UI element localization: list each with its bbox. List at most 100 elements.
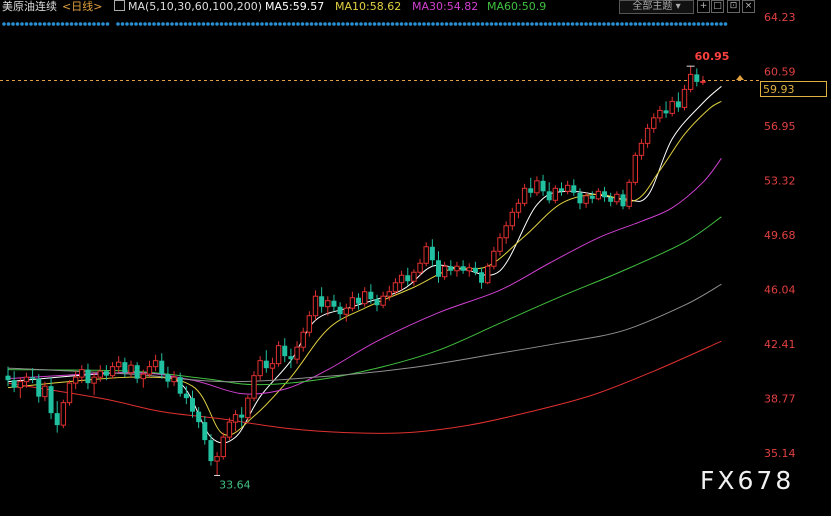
indicator-dot bbox=[210, 22, 215, 26]
chart-header: 美原油连续 <日线> MA(5,10,30,60,100,200) MA5:59… bbox=[0, 0, 831, 14]
candle-body bbox=[159, 360, 165, 375]
candle-body bbox=[245, 397, 251, 419]
indicator-dot bbox=[624, 22, 629, 26]
all-themes-dropdown[interactable]: 全部主题 ▾ bbox=[619, 0, 694, 14]
indicator-dot bbox=[278, 22, 282, 26]
indicator-dot bbox=[129, 22, 134, 26]
indicator-dot bbox=[408, 22, 413, 26]
indicator-dot bbox=[543, 22, 548, 26]
y-tick-label: 42.41 bbox=[764, 338, 796, 351]
candle-body bbox=[546, 191, 552, 201]
indicator-dot bbox=[494, 22, 498, 26]
ma10-value: MA10:58.62 bbox=[335, 0, 402, 13]
candle-body bbox=[208, 440, 214, 462]
candle-body bbox=[319, 296, 325, 307]
indicator-dot bbox=[309, 22, 314, 26]
candle-body bbox=[171, 376, 177, 383]
candle-body bbox=[140, 373, 147, 380]
indicator-dot bbox=[665, 22, 669, 26]
candle-body bbox=[651, 117, 657, 129]
zoom-in-icon[interactable]: + bbox=[697, 0, 710, 13]
indicator-dot bbox=[138, 22, 143, 26]
indicator-dot bbox=[584, 22, 588, 26]
candle-body bbox=[294, 346, 300, 360]
indicator-dot bbox=[87, 22, 92, 26]
candle-body bbox=[571, 185, 577, 193]
candle-body bbox=[300, 331, 306, 348]
indicator-dot bbox=[92, 22, 96, 26]
indicator-dot bbox=[440, 22, 444, 26]
candle-body bbox=[128, 364, 134, 374]
close-icon[interactable]: × bbox=[742, 0, 755, 13]
indicator-dot bbox=[507, 22, 512, 26]
indicator-dot bbox=[669, 22, 674, 26]
ma30-value: MA30:54.82 bbox=[412, 0, 479, 13]
indicator-dot bbox=[435, 22, 440, 26]
candle-body bbox=[386, 291, 393, 297]
candle-body bbox=[97, 370, 103, 378]
indicator-dot bbox=[525, 22, 530, 26]
indicator-dot bbox=[255, 22, 260, 26]
restore-icon[interactable]: ⊡ bbox=[727, 0, 740, 13]
indicator-dot bbox=[105, 22, 110, 26]
indicator-dot bbox=[611, 22, 615, 26]
indicator-dot bbox=[246, 22, 251, 26]
high-label: 60.95 bbox=[695, 50, 730, 63]
indicator-dot bbox=[534, 22, 539, 26]
candle-body bbox=[497, 237, 503, 252]
candle-body bbox=[275, 345, 282, 365]
period-label[interactable]: <日线> bbox=[62, 0, 102, 13]
candle-body bbox=[595, 190, 602, 200]
y-tick-label: 56.95 bbox=[764, 120, 796, 133]
y-tick-label: 49.68 bbox=[764, 229, 796, 242]
indicator-dot bbox=[51, 22, 56, 26]
indicator-dot bbox=[444, 22, 449, 26]
fullscreen-icon[interactable]: □ bbox=[711, 0, 724, 13]
candle-body bbox=[405, 275, 411, 282]
indicator-dot bbox=[552, 22, 557, 26]
indicator-dot bbox=[557, 22, 561, 26]
ma-settings-icon[interactable] bbox=[114, 0, 125, 11]
candle-body bbox=[134, 365, 140, 379]
indicator-dot bbox=[74, 22, 78, 26]
candle-body bbox=[509, 211, 516, 227]
indicator-dot bbox=[368, 22, 372, 26]
candle-body bbox=[411, 271, 417, 282]
indicator-dot bbox=[516, 22, 521, 26]
indicator-dot bbox=[498, 22, 503, 26]
indicator-dot bbox=[83, 22, 87, 26]
candle-body bbox=[663, 110, 669, 114]
indicator-dot bbox=[336, 22, 341, 26]
candle-body bbox=[700, 80, 706, 83]
candle-body bbox=[312, 295, 319, 317]
low-label: 33.64 bbox=[219, 478, 251, 491]
candle-body bbox=[694, 74, 700, 82]
candle-body bbox=[436, 260, 441, 277]
indicator-dot bbox=[512, 22, 516, 26]
indicator-dot bbox=[642, 22, 647, 26]
candle-body bbox=[577, 192, 583, 204]
indicator-dot bbox=[687, 22, 692, 26]
candle-body bbox=[72, 376, 79, 384]
indicator-dot bbox=[660, 22, 665, 26]
indicator-dot bbox=[548, 22, 552, 26]
indicator-dot bbox=[701, 22, 705, 26]
candle-body bbox=[441, 265, 448, 278]
candle-body bbox=[392, 282, 399, 293]
candle-body bbox=[288, 356, 294, 360]
candle-body bbox=[30, 377, 36, 379]
indicator-dot bbox=[134, 22, 138, 26]
candle-body bbox=[257, 360, 263, 377]
indicator-dot bbox=[29, 22, 33, 26]
indicator-dot bbox=[197, 22, 201, 26]
indicator-dot bbox=[15, 22, 20, 26]
indicator-dot bbox=[354, 22, 359, 26]
price-arrow-icon bbox=[736, 75, 744, 80]
indicator-dot bbox=[282, 22, 287, 26]
candle-body bbox=[657, 109, 663, 119]
ma60-value: MA60:50.9 bbox=[487, 0, 547, 13]
candle-body bbox=[534, 180, 540, 194]
candle-body bbox=[109, 366, 116, 377]
candle-body bbox=[681, 88, 688, 108]
indicator-dot bbox=[566, 22, 570, 26]
